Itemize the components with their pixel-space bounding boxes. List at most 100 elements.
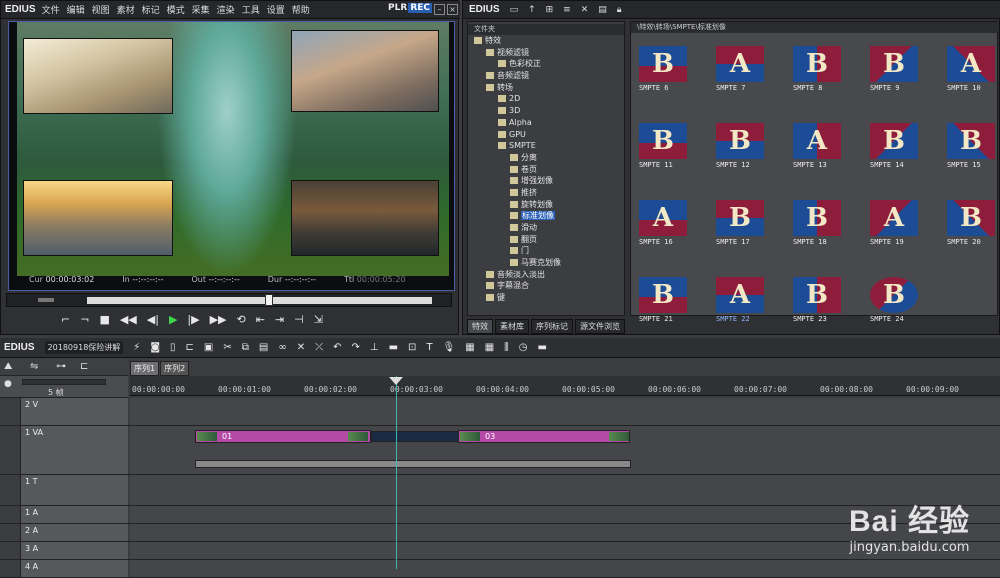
plr-label[interactable]: PLR (388, 3, 407, 13)
tab-sequence1[interactable]: 序列1 (130, 361, 160, 376)
output-icon[interactable]: ⇲ (314, 313, 323, 326)
menu-clip[interactable]: 素材 (117, 3, 135, 16)
transition-block[interactable] (371, 431, 459, 442)
chain-icon[interactable]: ⊶ (56, 361, 66, 372)
track-header[interactable]: 1 VA (20, 426, 128, 474)
tree-node[interactable]: 音频滤镜 (468, 70, 624, 82)
redo-icon[interactable]: ↷ (351, 342, 359, 353)
track-header[interactable]: 2 A (20, 524, 128, 541)
step-back-icon[interactable]: ◀| (147, 313, 159, 326)
menu-edit[interactable]: 编辑 (67, 3, 85, 16)
three-point-icon[interactable]: ⊣ (294, 313, 304, 326)
cut-icon[interactable]: ✂ (223, 342, 231, 353)
step-forward-icon[interactable]: |▶ (187, 313, 199, 326)
effect-thumbnail[interactable]: B SMPTE 9 (870, 46, 942, 101)
tree-node[interactable]: 旋转划像 (468, 199, 624, 211)
tab-source-browser[interactable]: 源文件浏览 (575, 319, 625, 334)
mode-icon[interactable]: ⛰ (4, 361, 12, 372)
camera-icon[interactable]: ◙ (150, 342, 160, 353)
tree-node[interactable]: Alpha (468, 117, 624, 129)
video-clip[interactable]: 03 (458, 430, 630, 443)
mixer-icon[interactable]: ⫼ (504, 342, 509, 353)
tree-node[interactable]: SMPTE (468, 140, 624, 152)
split-icon[interactable]: ⊥ (370, 342, 379, 353)
view-icon[interactable]: ⊞ (546, 5, 554, 15)
tree-node[interactable]: 卷页 (468, 164, 624, 176)
plr-rec-toggle[interactable]: PLR REC (388, 3, 432, 13)
rec-label[interactable]: REC (408, 3, 432, 13)
track-header[interactable]: 1 T (20, 475, 128, 505)
close-icon[interactable]: × (447, 4, 458, 15)
effect-thumbnail[interactable]: B SMPTE 11 (639, 123, 711, 178)
track-header[interactable]: 1 A (20, 506, 128, 523)
grid-icon[interactable]: ▦ (485, 342, 494, 353)
menu-capture[interactable]: 采集 (192, 3, 210, 16)
tab-effects[interactable]: 特效 (467, 319, 493, 334)
effect-thumbnail[interactable]: B SMPTE 24 (870, 277, 942, 332)
minimize-icon[interactable]: – (434, 4, 445, 15)
menu-render[interactable]: 渲染 (217, 3, 235, 16)
properties-icon[interactable]: ▤ (598, 5, 607, 15)
tree-node[interactable]: 键 (468, 292, 624, 304)
stop-icon[interactable]: ■ (99, 313, 109, 326)
tree-node[interactable]: 马赛克划像 (468, 257, 624, 269)
overwrite-icon[interactable]: ⇥ (275, 313, 284, 326)
effect-thumbnail[interactable]: B SMPTE 8 (793, 46, 865, 101)
eye-icon[interactable]: ● (4, 379, 12, 389)
playhead[interactable] (396, 376, 397, 569)
tree-node[interactable]: 推挤 (468, 187, 624, 199)
tree-node[interactable]: 视频滤镜 (468, 47, 624, 59)
track-header[interactable]: 3 A (20, 542, 128, 559)
set-out-icon[interactable]: ¬ (80, 313, 89, 326)
effect-thumbnail[interactable]: B SMPTE 23 (793, 277, 865, 332)
title-icon[interactable]: T (426, 342, 432, 353)
effect-thumbnail[interactable]: A SMPTE 13 (793, 123, 865, 178)
audio-clip[interactable] (195, 460, 631, 468)
time-ruler[interactable]: 00:00:00:00 00:00:01:00 00:00:02:00 00:00:0… (130, 376, 1000, 396)
tree-node[interactable]: 字幕混合 (468, 280, 624, 292)
tree-node[interactable]: 特效 (468, 35, 624, 47)
play-icon[interactable]: ▶ (169, 313, 177, 326)
copy-icon[interactable]: ⧉ (242, 342, 249, 353)
effect-thumbnail[interactable]: B SMPTE 15 (947, 123, 1000, 178)
open-icon[interactable]: ⊏ (186, 342, 194, 353)
effect-thumbnail[interactable]: A SMPTE 10 (947, 46, 1000, 101)
render-icon[interactable]: ▦ (465, 342, 474, 353)
tree-node[interactable]: 标准划像 (468, 210, 624, 222)
tree-node[interactable]: 门 (468, 245, 624, 257)
tree-node[interactable]: 3D (468, 105, 624, 117)
trim-icon[interactable]: ▬ (389, 342, 398, 353)
mic-icon[interactable]: 🎙︎ (443, 342, 456, 353)
video-clip[interactable]: 01 (195, 430, 371, 443)
wand-icon[interactable]: ⚡ (133, 342, 140, 353)
delete-icon[interactable]: ✕ (581, 5, 589, 15)
layout-icon[interactable]: ▬ (538, 342, 547, 353)
effect-thumbnail[interactable]: B SMPTE 6 (639, 46, 711, 101)
link-icon[interactable]: ∞ (278, 342, 286, 353)
effect-thumbnail[interactable]: A SMPTE 22 (716, 277, 788, 332)
fast-forward-icon[interactable]: ▶▶ (210, 313, 227, 326)
tree-node[interactable]: GPU (468, 129, 624, 141)
zoom-level[interactable]: 5 帧 (48, 387, 64, 398)
effect-thumbnail[interactable]: A SMPTE 19 (870, 200, 942, 255)
tree-node[interactable]: 滑动 (468, 222, 624, 234)
effect-thumbnail[interactable]: B SMPTE 20 (947, 200, 1000, 255)
rewind-icon[interactable]: ◀◀ (120, 313, 137, 326)
effect-thumbnail[interactable]: B SMPTE 21 (639, 277, 711, 332)
ripple-delete-icon[interactable]: ⤫ (315, 342, 323, 353)
tree-node[interactable]: 分离 (468, 152, 624, 164)
menu-settings[interactable]: 设置 (267, 3, 285, 16)
set-in-icon[interactable]: ⌐ (61, 313, 70, 326)
zoom-slider[interactable] (22, 379, 106, 385)
sort-icon[interactable]: ≡ (563, 5, 571, 15)
tab-sequence-markers[interactable]: 序列标记 (531, 319, 573, 334)
new-icon[interactable]: ▯ (170, 342, 176, 353)
tree-node[interactable]: 2D (468, 93, 624, 105)
tree-node[interactable]: 色彩校正 (468, 58, 624, 70)
effect-thumbnail[interactable]: A SMPTE 16 (639, 200, 711, 255)
tab-sequence2[interactable]: 序列2 (160, 361, 190, 376)
loop-icon[interactable]: ⟲ (237, 313, 246, 326)
insert-icon[interactable]: ⇤ (256, 313, 265, 326)
paste-icon[interactable]: ▤ (259, 342, 268, 353)
folder-icon[interactable]: ▭ (510, 5, 519, 15)
